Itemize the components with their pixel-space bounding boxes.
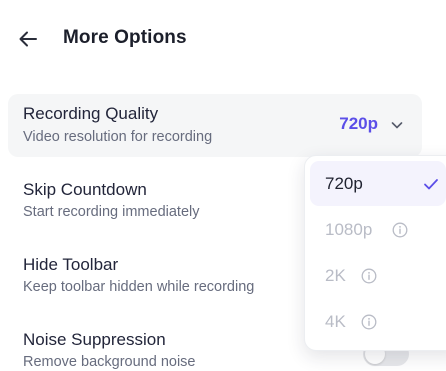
option-label: 720p xyxy=(325,174,363,193)
quality-dropdown: 720p 1080p 2K 4K xyxy=(304,155,446,351)
noise-suppression-description: Remove background noise xyxy=(23,354,196,370)
recording-quality-value[interactable]: 720p xyxy=(339,114,378,134)
recording-quality-description: Video resolution for recording xyxy=(23,129,213,145)
arrow-left-icon xyxy=(19,31,37,47)
recording-quality-label: Recording Quality xyxy=(23,104,159,123)
hide-toolbar-description: Keep toolbar hidden while recording xyxy=(23,279,255,295)
info-icon[interactable] xyxy=(361,268,377,284)
check-icon xyxy=(424,179,438,190)
info-icon[interactable] xyxy=(361,314,377,330)
option-2k[interactable]: 2K xyxy=(310,253,446,298)
option-label: 4K xyxy=(325,312,346,331)
skip-countdown-label: Skip Countdown xyxy=(23,180,147,199)
option-720p[interactable]: 720p xyxy=(310,161,446,206)
page-title: More Options xyxy=(63,27,187,48)
more-options-page: More Options Recording Quality Video res… xyxy=(0,0,446,371)
skip-countdown-description: Start recording immediately xyxy=(23,204,200,220)
option-label: 2K xyxy=(325,266,346,285)
noise-suppression-label: Noise Suppression xyxy=(23,330,166,349)
back-button[interactable] xyxy=(14,25,42,53)
chevron-down-icon[interactable] xyxy=(389,117,405,133)
info-icon[interactable] xyxy=(392,222,408,238)
hide-toolbar-label: Hide Toolbar xyxy=(23,255,119,274)
option-1080p[interactable]: 1080p xyxy=(310,207,446,252)
header: More Options xyxy=(0,0,446,78)
recording-quality-row[interactable]: Recording Quality Video resolution for r… xyxy=(8,94,422,157)
option-label: 1080p xyxy=(325,220,373,239)
option-4k[interactable]: 4K xyxy=(310,299,446,344)
